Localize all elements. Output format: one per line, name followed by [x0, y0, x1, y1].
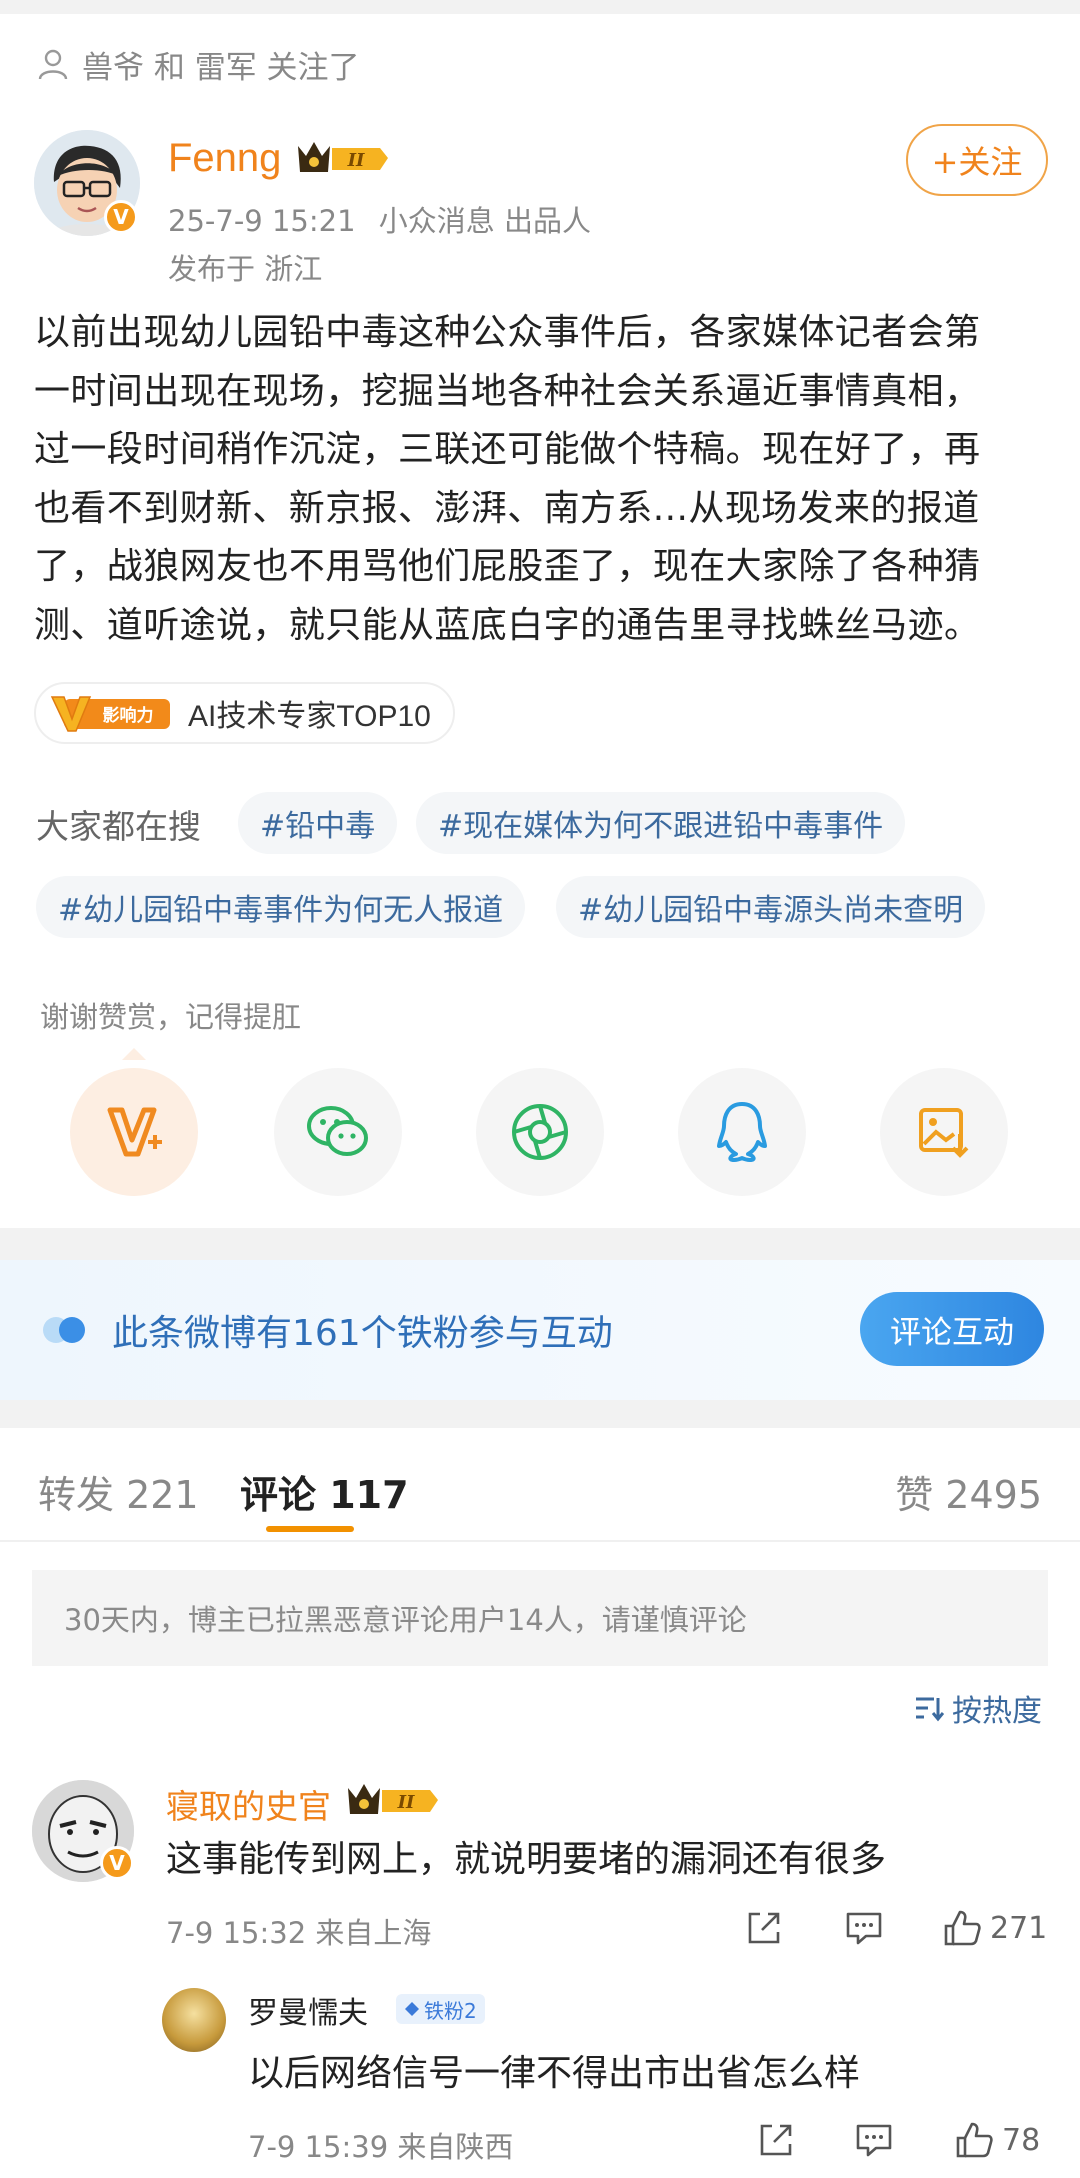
tab-comment[interactable]: 评论 117: [240, 1464, 409, 1519]
comment-like-button[interactable]: 271: [942, 1908, 1047, 1948]
reply-like-button[interactable]: 78: [954, 2120, 1040, 2160]
post-meta: 25-7-9 15:21 小众消息 出品人: [168, 198, 591, 240]
diamond-icon: [405, 2002, 419, 2016]
v-plus-icon: [107, 1107, 162, 1157]
hot-search-tag[interactable]: #铅中毒: [238, 792, 398, 854]
svg-text:影响力: 影响力: [103, 705, 154, 726]
influence-logo-icon: 影响力: [50, 696, 170, 732]
comment-icon: [846, 1912, 882, 1945]
comment-repost-button[interactable]: [744, 1908, 784, 1948]
post-body: 以前出现幼儿园铅中毒这种公众事件后，各家媒体记者会第 一时间出现在现场，挖掘当地…: [34, 304, 1048, 655]
save-image-icon: [919, 1108, 969, 1158]
hot-search-tag[interactable]: #幼儿园铅中毒事件为何无人报道: [36, 876, 526, 938]
hot-search-tag[interactable]: #幼儿园铅中毒源头尚未查明: [556, 876, 986, 938]
post-time: 25-7-9 15:21: [168, 204, 356, 238]
comment-reply-button[interactable]: [844, 1908, 884, 1948]
top-strip: [0, 0, 1080, 14]
save-image-button[interactable]: [880, 1068, 1008, 1196]
thumbs-up-icon: [944, 1910, 981, 1946]
fans-interaction-text: 此条微博有161个铁粉参与互动: [112, 1313, 613, 1354]
verified-badge-icon: V: [104, 200, 138, 234]
followed-by-note: 兽爷 和 雷军 关注了: [36, 42, 360, 86]
replier-name[interactable]: 罗曼懦夫: [248, 1988, 368, 2032]
fans-toggle-icon: [43, 1317, 85, 1343]
post-location: 发布于 浙江: [168, 252, 323, 286]
author-title: 小众消息 出品人: [378, 204, 591, 238]
reply-like-count: 78: [1002, 2122, 1041, 2158]
post-line: 过一段时间稍作沉淀，三联还可能做个特稿。现在好了，再: [34, 429, 981, 470]
comment-meta: 7-9 15:32 来自上海: [166, 1916, 432, 1950]
influence-badge[interactable]: 影响力 AI技术专家TOP10: [34, 682, 455, 744]
commenter-name[interactable]: 寝取的史官: [166, 1780, 331, 1828]
followed-by-text: 兽爷 和 雷军 关注了: [82, 49, 360, 86]
reply-comment-button[interactable]: [854, 2120, 894, 2160]
tab-like[interactable]: 赞 2495: [895, 1464, 1042, 1519]
comment-interact-button[interactable]: 评论互动: [860, 1292, 1044, 1366]
post-line: 以前出现幼儿园铅中毒这种公众事件后，各家媒体记者会第: [34, 312, 981, 353]
post-line: 也看不到财新、新京报、澎湃、南方系...从现场发来的报道: [34, 487, 980, 529]
author-name[interactable]: Fenng: [168, 136, 281, 181]
verified-badge-icon: V: [100, 1846, 134, 1880]
sort-label: 按热度: [952, 1694, 1042, 1729]
person-icon: [38, 49, 68, 80]
iron-fan-badge: 铁粉2: [396, 1994, 485, 2024]
share-qq-button[interactable]: [678, 1068, 806, 1196]
section-divider: [0, 1228, 1080, 1260]
reply-repost-button[interactable]: [756, 2120, 796, 2160]
repost-icon: [748, 1912, 780, 1944]
comment-text: 这事能传到网上，就说明要堵的漏洞还有很多: [166, 1839, 887, 1880]
post-line: 测、道听途说，就只能从蓝底白字的通告里寻找蛛丝马迹。: [34, 604, 981, 646]
tip-caret: [122, 1048, 146, 1060]
active-tab-indicator: [266, 1526, 354, 1532]
post-line: 一时间出现在现场，挖掘当地各种社会关系逼近事情真相，: [34, 370, 981, 412]
moments-icon: [512, 1104, 568, 1160]
wechat-icon: [307, 1106, 368, 1156]
section-divider: [0, 1400, 1080, 1428]
influence-label: AI技术专家TOP10: [188, 700, 431, 733]
qq-icon: [717, 1102, 767, 1162]
tab-repost[interactable]: 转发 221: [38, 1464, 199, 1519]
comment-like-count: 271: [990, 1910, 1048, 1946]
fan-badge-label: 铁粉2: [424, 1998, 477, 2023]
repost-icon: [760, 2124, 792, 2156]
svg-text:II: II: [347, 150, 365, 171]
thumbs-up-icon: [956, 2122, 993, 2158]
follow-button[interactable]: +关注: [906, 124, 1048, 196]
member-crown-icon: II: [348, 1784, 438, 1814]
reply-meta: 7-9 15:39 来自陕西: [248, 2130, 514, 2164]
share-wechat-button[interactable]: [274, 1068, 402, 1196]
fans-interaction-banner: 此条微博有161个铁粉参与互动 评论互动: [0, 1260, 1080, 1400]
replier-avatar[interactable]: [162, 1988, 226, 2052]
interaction-tabs: 转发 221 评论 117 赞 2495: [0, 1428, 1080, 1542]
reply-text: 以后网络信号一律不得出市出省怎么样: [248, 2053, 861, 2094]
comment-icon: [856, 2124, 892, 2157]
tip-message: 谢谢赞赏，记得提肛: [40, 1000, 302, 1034]
svg-text:II: II: [397, 1792, 415, 1813]
share-moments-button[interactable]: [476, 1068, 604, 1196]
post-line: 了，战狼网友也不用骂他们屁股歪了，现在大家除了各种猜: [34, 546, 981, 587]
hot-search-label: 大家都在搜: [36, 807, 201, 846]
member-crown-icon: II: [298, 142, 388, 172]
sort-icon: [916, 1697, 944, 1722]
hot-search-tag[interactable]: #现在媒体为何不跟进铅中毒事件: [416, 792, 906, 854]
blocked-users-notice: 30天内，博主已拉黑恶意评论用户14人，请谨慎评论: [32, 1570, 1048, 1666]
sort-by-hot-button[interactable]: 按热度: [914, 1688, 1042, 1729]
tip-button[interactable]: [70, 1068, 198, 1196]
